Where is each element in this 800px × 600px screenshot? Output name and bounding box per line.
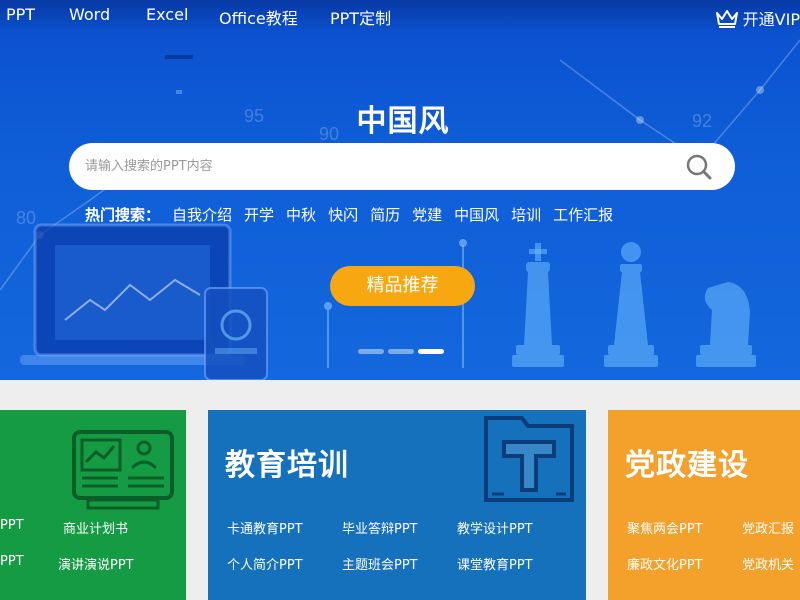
category-link[interactable]: 课堂教育PPT bbox=[457, 554, 533, 573]
presentation-board-icon bbox=[72, 430, 174, 510]
category-link[interactable]: 毕业答辩PPT bbox=[342, 518, 418, 537]
nav-item-office-tutorial[interactable]: Office教程 bbox=[219, 5, 298, 29]
hot-search-term[interactable]: 中秋 bbox=[286, 204, 316, 225]
hot-searches-label: 热门搜索： bbox=[85, 206, 161, 224]
category-card-party[interactable]: 党政建设 聚焦两会PPT 党政汇报 廉政文化PPT 党政机关 bbox=[608, 410, 800, 600]
hot-search-term[interactable]: 自我介绍 bbox=[172, 204, 232, 225]
category-title: 教育培训 bbox=[225, 448, 349, 483]
category-link[interactable]: 演讲演说PPT bbox=[58, 554, 134, 573]
carousel-dot-active[interactable] bbox=[418, 349, 444, 354]
category-link[interactable]: 卡通教育PPT bbox=[227, 518, 303, 537]
category-link[interactable]: 个人简介PPT bbox=[227, 554, 303, 573]
hot-search-term[interactable]: 开学 bbox=[244, 204, 274, 225]
hot-search-term[interactable]: 工作汇报 bbox=[553, 204, 613, 225]
letter-t-folder-icon bbox=[484, 416, 574, 502]
nav-item-ppt[interactable]: PPT bbox=[6, 5, 35, 24]
hot-search-term[interactable]: 快闪 bbox=[328, 204, 358, 225]
background-number: 80 bbox=[16, 208, 37, 228]
category-title: 党政建设 bbox=[625, 448, 749, 483]
featured-recommend-button[interactable]: 精品推荐 bbox=[330, 266, 475, 306]
nav-item-word[interactable]: Word bbox=[69, 5, 110, 24]
hot-searches: 热门搜索： 自我介绍 开学 中秋 快闪 简历 党建 中国风 培训 工作汇报 bbox=[85, 204, 625, 225]
search-icon[interactable] bbox=[685, 153, 713, 181]
search-input[interactable] bbox=[85, 143, 675, 190]
category-link[interactable]: 党政机关 bbox=[742, 554, 794, 573]
hot-search-term[interactable]: 简历 bbox=[370, 204, 400, 225]
category-link[interactable]: PPT bbox=[0, 518, 24, 533]
open-vip-button[interactable]: 开通VIP bbox=[715, 6, 800, 30]
hot-search-term[interactable]: 中国风 bbox=[454, 204, 499, 225]
category-link[interactable]: 廉政文化PPT bbox=[627, 554, 703, 573]
nav-item-ppt-custom[interactable]: PPT定制 bbox=[330, 5, 391, 29]
category-card-business[interactable]: PPT 商业计划书 PPT 演讲演说PPT bbox=[0, 410, 186, 600]
category-card-education[interactable]: 教育培训 卡通教育PPT 毕业答辩PPT 教学设计PPT 个人简介PPT 主题班… bbox=[208, 410, 586, 600]
category-link[interactable]: 商业计划书 bbox=[63, 518, 128, 537]
category-link[interactable]: 聚焦两会PPT bbox=[627, 518, 703, 537]
nav-item-excel[interactable]: Excel bbox=[146, 5, 188, 24]
hot-search-term[interactable]: 培训 bbox=[511, 204, 541, 225]
banner-illustration bbox=[0, 39, 800, 380]
top-navigation: PPT Word Excel Office教程 PPT定制 开通VIP bbox=[0, 0, 800, 34]
hot-search-term[interactable]: 党建 bbox=[412, 204, 442, 225]
search-bar bbox=[69, 143, 735, 190]
carousel-dot[interactable] bbox=[358, 349, 384, 354]
category-link[interactable]: PPT bbox=[0, 554, 24, 569]
carousel-dot[interactable] bbox=[388, 349, 414, 354]
category-link[interactable]: 主题班会PPT bbox=[342, 554, 418, 573]
crown-icon bbox=[715, 10, 738, 28]
hero-banner: 80 95 90 92 PPT Word Excel Office教程 PPT定… bbox=[0, 0, 800, 380]
banner-title: 中国风 bbox=[356, 104, 450, 139]
vip-label: 开通VIP bbox=[742, 10, 800, 29]
category-link[interactable]: 教学设计PPT bbox=[457, 518, 533, 537]
carousel-indicators bbox=[358, 349, 448, 354]
category-link[interactable]: 党政汇报 bbox=[742, 518, 794, 537]
